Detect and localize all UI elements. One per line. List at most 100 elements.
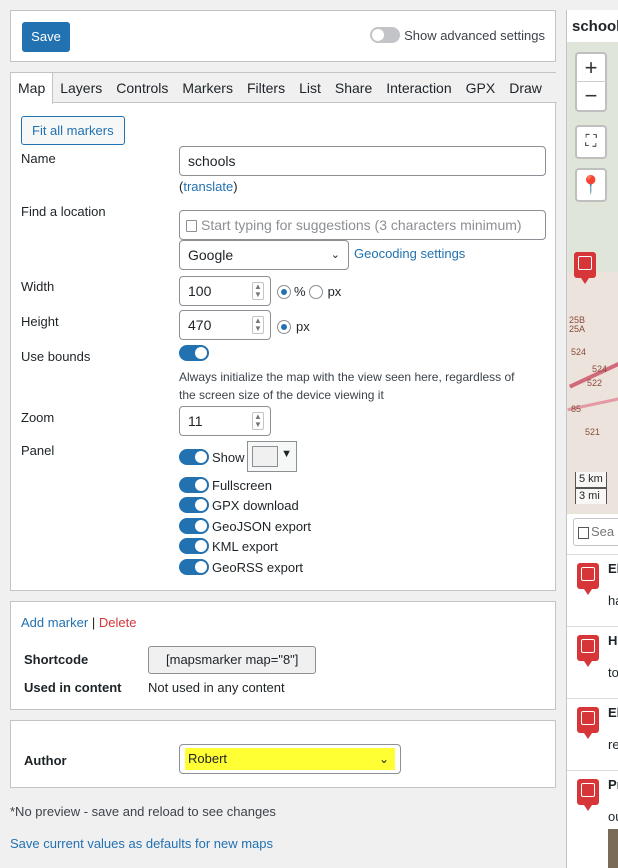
road-label: 524 bbox=[592, 364, 608, 374]
tab-controls[interactable]: Controls bbox=[109, 73, 175, 103]
gpx-download-label: GPX download bbox=[212, 497, 299, 513]
tab-layers[interactable]: Layers bbox=[53, 73, 109, 103]
width-stepper[interactable]: ▲ ▼ bbox=[252, 282, 264, 300]
gpx-download-toggle[interactable] bbox=[179, 497, 209, 513]
add-marker-link[interactable]: Add marker bbox=[21, 615, 88, 630]
panel-option-row: GPX download bbox=[179, 496, 299, 514]
save-button[interactable]: Save bbox=[22, 22, 70, 52]
map-marker-icon bbox=[577, 563, 599, 595]
delete-link[interactable]: Delete bbox=[99, 615, 137, 630]
list-item[interactable]: H to bbox=[567, 626, 618, 698]
author-value: Robert bbox=[188, 751, 228, 766]
list-item-snippet: re bbox=[608, 737, 618, 752]
use-bounds-label: Use bounds bbox=[21, 349, 91, 364]
used-in-content-label: Used in content bbox=[24, 680, 122, 695]
zoom-input[interactable]: 11 ▲ ▼ bbox=[179, 406, 271, 436]
chevron-down-icon: ⌄ bbox=[378, 752, 389, 766]
search-icon bbox=[578, 526, 589, 539]
panel-option-row: KML export bbox=[179, 537, 278, 555]
georss-export-label: GeoRSS export bbox=[212, 559, 304, 575]
map-marker-icon bbox=[577, 707, 599, 739]
geocoder-value: Google bbox=[188, 247, 234, 263]
geocoder-select[interactable]: Google ⌄ bbox=[179, 240, 349, 270]
height-stepper[interactable]: ▲ ▼ bbox=[252, 316, 264, 334]
name-input[interactable]: schools bbox=[179, 146, 546, 176]
zoom-out-button[interactable]: − bbox=[575, 82, 607, 112]
scale-bar: 5 km 3 mi bbox=[575, 472, 607, 504]
width-percent-label: % bbox=[294, 284, 306, 299]
tab-filters[interactable]: Filters bbox=[240, 73, 292, 103]
fullscreen-toggle[interactable] bbox=[179, 477, 209, 493]
advanced-toggle-switch[interactable] bbox=[370, 27, 401, 43]
use-bounds-toggle[interactable] bbox=[179, 345, 209, 361]
map-canvas[interactable]: 25B 25A 524 524 522 85 521 bbox=[567, 42, 618, 514]
geojson-export-toggle[interactable] bbox=[179, 518, 209, 534]
translate-link[interactable]: translate bbox=[183, 179, 233, 194]
translate-link-wrap: (translate) bbox=[179, 179, 238, 194]
panel-option-row: Fullscreen bbox=[179, 476, 272, 494]
width-input[interactable]: 100 ▲ ▼ bbox=[179, 276, 271, 306]
find-location-input[interactable]: Start typing for suggestions (3 characte… bbox=[179, 210, 546, 240]
shortcode-value[interactable]: [mapsmarker map="8"] bbox=[148, 646, 317, 674]
used-in-content-value: Not used in any content bbox=[148, 680, 285, 695]
width-px-radio[interactable] bbox=[308, 284, 323, 299]
fullscreen-icon[interactable]: ⛶ bbox=[575, 125, 607, 159]
kml-export-toggle[interactable] bbox=[179, 538, 209, 554]
list-item[interactable]: El re bbox=[567, 698, 618, 770]
width-value: 100 bbox=[188, 283, 212, 299]
height-input[interactable]: 470 ▲ ▼ bbox=[179, 310, 271, 340]
fullscreen-label: Fullscreen bbox=[212, 477, 272, 493]
locate-marker-icon[interactable]: 📍 bbox=[575, 168, 607, 202]
caret-down-icon: ▼ bbox=[281, 448, 292, 460]
advanced-settings-toggle[interactable]: Show advanced settings bbox=[370, 27, 545, 43]
zoom-stepper[interactable]: ▲ ▼ bbox=[252, 412, 264, 430]
no-preview-note: *No preview - save and reload to see cha… bbox=[10, 804, 276, 819]
list-item-snippet: ha bbox=[608, 593, 618, 608]
height-value: 470 bbox=[188, 317, 212, 333]
geojson-export-label: GeoJSON export bbox=[212, 518, 311, 534]
tab-interaction[interactable]: Interaction bbox=[379, 73, 458, 103]
list-item-title: El bbox=[608, 705, 618, 720]
fit-markers-button[interactable]: Fit all markers bbox=[21, 116, 125, 145]
zoom-in-button[interactable]: + bbox=[575, 52, 607, 82]
author-label: Author bbox=[24, 753, 67, 768]
search-icon bbox=[186, 220, 197, 233]
list-item-thumbnail bbox=[608, 829, 618, 868]
panel-option-row: GeoRSS export bbox=[179, 558, 303, 576]
list-item-title: Pr bbox=[608, 777, 618, 792]
name-label: Name bbox=[21, 151, 56, 166]
list-item[interactable]: Pr ou bbox=[567, 770, 618, 868]
tab-map[interactable]: Map bbox=[11, 73, 54, 104]
height-px-radio[interactable] bbox=[277, 319, 291, 334]
panel-color-picker[interactable]: ▼ bbox=[247, 441, 297, 472]
width-unit-group: % px bbox=[277, 284, 341, 299]
marker-actions: Add marker | Delete bbox=[21, 615, 136, 630]
scale-mi: 3 mi bbox=[575, 488, 607, 504]
height-label: Height bbox=[21, 314, 59, 329]
tab-gpx[interactable]: GPX bbox=[459, 73, 503, 103]
chevron-down-icon: ⌄ bbox=[330, 249, 340, 261]
map-marker-icon[interactable] bbox=[574, 252, 596, 284]
tab-markers[interactable]: Markers bbox=[175, 73, 240, 103]
georss-export-toggle[interactable] bbox=[179, 559, 209, 575]
list-item-snippet: ou bbox=[608, 809, 618, 824]
tab-share[interactable]: Share bbox=[328, 73, 379, 103]
map-preview-title: school bbox=[572, 18, 618, 35]
author-select[interactable]: Robert ⌄ bbox=[179, 744, 401, 774]
list-search-input[interactable]: Sea bbox=[573, 518, 618, 546]
tab-draw[interactable]: Draw bbox=[502, 73, 549, 103]
width-percent-radio[interactable] bbox=[277, 284, 291, 299]
scale-km: 5 km bbox=[575, 472, 607, 488]
find-location-label: Find a location bbox=[21, 204, 106, 219]
author-panel: Author Robert ⌄ bbox=[10, 720, 556, 788]
map-settings-panel: Map Layers Controls Markers Filters List… bbox=[10, 72, 557, 591]
panel-show-toggle[interactable] bbox=[179, 449, 209, 465]
list-item[interactable]: El ha bbox=[567, 554, 618, 626]
geocoding-settings-link[interactable]: Geocoding settings bbox=[354, 246, 465, 261]
save-defaults-link[interactable]: Save current values as defaults for new … bbox=[10, 836, 273, 851]
road-label: 524 bbox=[571, 347, 587, 357]
zoom-value: 11 bbox=[188, 413, 203, 429]
save-panel: Save Show advanced settings bbox=[10, 10, 556, 62]
road-label: 521 bbox=[585, 427, 601, 437]
tab-list[interactable]: List bbox=[292, 73, 328, 103]
